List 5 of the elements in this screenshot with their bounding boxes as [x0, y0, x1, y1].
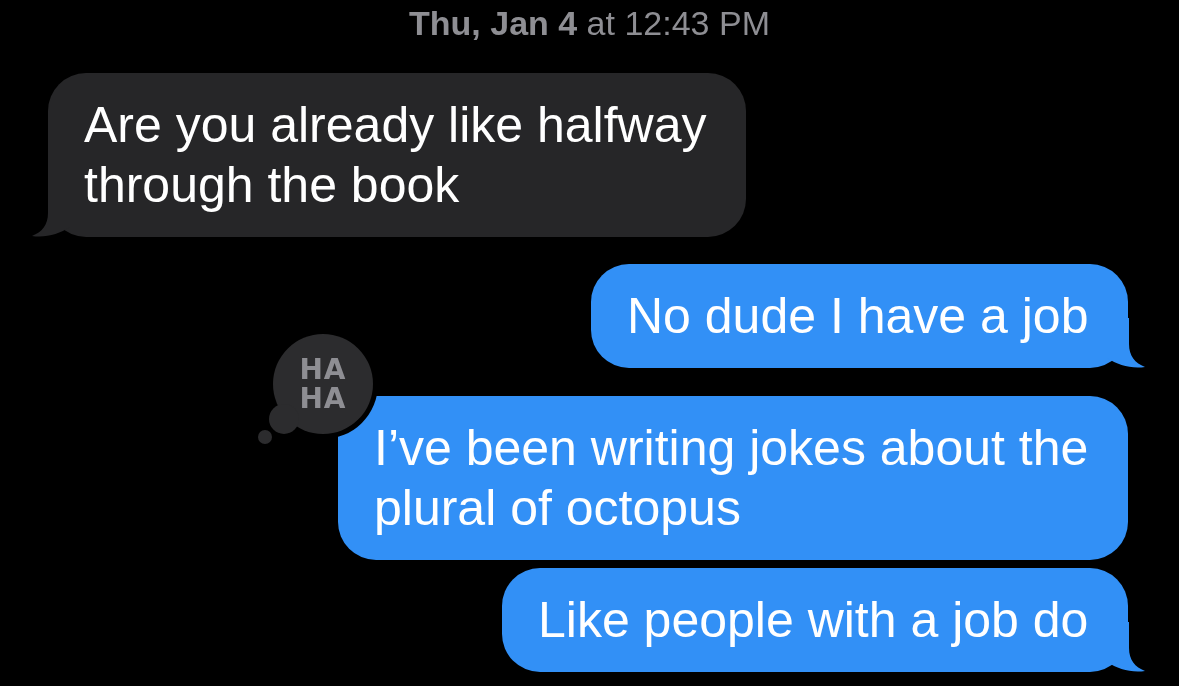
- message-bubble: Are you already like halfway through the book: [48, 73, 746, 237]
- message-bubble: No dude I have a job: [591, 264, 1128, 368]
- timestamp: Thu, Jan 4 at 12:43 PM: [409, 5, 770, 41]
- message-bubble: Like people with a job do: [502, 568, 1128, 672]
- thought-dots-icon: [258, 404, 299, 444]
